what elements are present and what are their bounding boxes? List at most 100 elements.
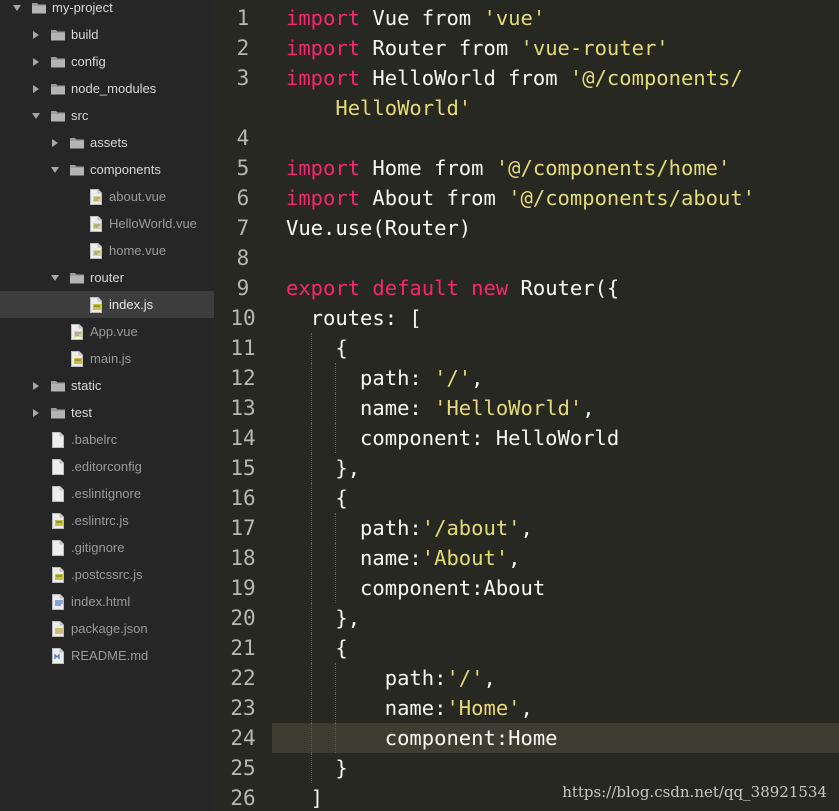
code-text: name:'Home', <box>286 696 533 720</box>
code-line[interactable]: 18 name:'About', <box>214 543 839 573</box>
code-token: name: <box>286 396 435 420</box>
tree-folder-config[interactable]: config <box>0 48 214 75</box>
line-number: 9 <box>236 276 250 300</box>
vue-file-icon <box>69 323 85 340</box>
chevron-right-icon[interactable] <box>31 381 41 391</box>
chevron-down-icon[interactable] <box>50 273 60 283</box>
code-line[interactable]: 7 Vue.use(Router) <box>214 213 839 243</box>
line-number: 12 <box>230 366 256 390</box>
code-line[interactable]: 25 } <box>214 753 839 783</box>
code-line[interactable]: 1 import Vue from 'vue' <box>214 3 839 33</box>
tree-folder-build[interactable]: build <box>0 21 214 48</box>
tree-file-package-json[interactable]: package.json <box>0 615 214 642</box>
tree-file-about-vue[interactable]: about.vue <box>0 183 214 210</box>
code-text: { <box>286 636 348 660</box>
code-line[interactable]: 13 name: 'HelloWorld', <box>214 393 839 423</box>
line-number: 11 <box>230 336 256 360</box>
chevron-right-icon[interactable] <box>31 84 41 94</box>
code-token: Vue <box>360 6 422 30</box>
code-line[interactable]: 19 component:About <box>214 573 839 603</box>
chevron-down-icon[interactable] <box>12 3 22 13</box>
tree-item-label: about.vue <box>109 189 167 204</box>
chevron-down-icon[interactable] <box>50 165 60 175</box>
code-line[interactable]: 22 path:'/', <box>214 663 839 693</box>
tree-folder-src[interactable]: src <box>0 102 214 129</box>
tree-folder-router[interactable]: router <box>0 264 214 291</box>
code-line[interactable]: 3 import HelloWorld from '@/components/ <box>214 63 839 93</box>
code-text: path: '/', <box>286 366 483 390</box>
code-line[interactable]: 17 path:'/about', <box>214 513 839 543</box>
tree-folder-static[interactable]: static <box>0 372 214 399</box>
tree-folder-my-project[interactable]: my-project <box>0 0 214 21</box>
code-line[interactable]: 20 }, <box>214 603 839 633</box>
code-text: }, <box>286 606 360 630</box>
tree-item-label: package.json <box>71 621 148 636</box>
tree-folder-components[interactable]: components <box>0 156 214 183</box>
code-token: Router <box>360 36 459 60</box>
line-number: 8 <box>236 246 250 270</box>
line-number: 19 <box>230 576 256 600</box>
code-line[interactable]: 2 import Router from 'vue-router' <box>214 33 839 63</box>
line-number: 14 <box>230 426 256 450</box>
code-line[interactable]: 16 { <box>214 483 839 513</box>
code-line[interactable]: 11 { <box>214 333 839 363</box>
tree-item-label: .babelrc <box>71 432 118 447</box>
tree-file-index-html[interactable]: index.html <box>0 588 214 615</box>
keyword-token: export <box>286 276 361 300</box>
tree-file-helloworld-vue[interactable]: HelloWorld.vue <box>0 210 214 237</box>
string-token: 'vue' <box>483 6 546 30</box>
tree-file-app-vue[interactable]: App.vue <box>0 318 214 345</box>
code-token: Home <box>360 156 435 180</box>
code-token: { <box>286 336 348 360</box>
tree-file-gitignore[interactable]: .gitignore <box>0 534 214 561</box>
tree-item-label: HelloWorld.vue <box>109 216 197 231</box>
folder-icon <box>69 270 85 286</box>
tree-folder-assets[interactable]: assets <box>0 129 214 156</box>
code-line[interactable]: 21 { <box>214 633 839 663</box>
code-token: , <box>483 666 496 690</box>
code-line[interactable]: 15 }, <box>214 453 839 483</box>
code-text: }, <box>286 456 360 480</box>
tree-file-eslintrc-js[interactable]: .eslintrc.js <box>0 507 214 534</box>
tree-item-label: config <box>71 54 106 69</box>
tree-file-main-js[interactable]: main.js <box>0 345 214 372</box>
tree-file-postcssrc-js[interactable]: .postcssrc.js <box>0 561 214 588</box>
chevron-right-icon[interactable] <box>31 30 41 40</box>
tree-file-eslintignore[interactable]: .eslintignore <box>0 480 214 507</box>
code-line[interactable]: 9 export default new Router({ <box>214 273 839 303</box>
blank-file-icon <box>50 485 66 502</box>
code-token: { <box>286 636 348 660</box>
code-line[interactable]: 14 component: HelloWorld <box>214 423 839 453</box>
chevron-right-icon[interactable] <box>50 138 60 148</box>
chevron-right-icon[interactable] <box>31 57 41 67</box>
tree-file-home-vue[interactable]: home.vue <box>0 237 214 264</box>
tree-folder-node-modules[interactable]: node_modules <box>0 75 214 102</box>
code-line[interactable]: 24 component:Home <box>214 723 839 753</box>
tree-file-readme-md[interactable]: README.md <box>0 642 214 669</box>
code-text: HelloWorld' <box>286 96 471 120</box>
code-line[interactable]: HelloWorld' <box>214 93 839 123</box>
code-line[interactable]: 10 routes: [ <box>214 303 839 333</box>
code-line[interactable]: 23 name:'Home', <box>214 693 839 723</box>
tree-item-label: router <box>90 270 124 285</box>
code-line[interactable]: 6 import About from '@/components/about' <box>214 183 839 213</box>
code-editor[interactable]: 26 ] 25 } 24 component:Home 23 name:'Home',… <box>214 0 839 811</box>
folder-icon <box>50 27 66 43</box>
tree-folder-test[interactable]: test <box>0 399 214 426</box>
tree-file-editorconfig[interactable]: .editorconfig <box>0 453 214 480</box>
code-text: export default new Router({ <box>286 276 619 300</box>
line-number: 5 <box>236 156 250 180</box>
chevron-right-icon[interactable] <box>31 408 41 418</box>
tree-file-index-js[interactable]: index.js <box>0 291 214 318</box>
code-line[interactable]: 5 import Home from '@/components/home' <box>214 153 839 183</box>
code-line[interactable]: 12 path: '/', <box>214 363 839 393</box>
code-line[interactable]: 4 <box>214 123 839 153</box>
file-tree-sidebar: my-project build config node_modules src asse… <box>0 0 214 811</box>
tree-item-label: components <box>90 162 161 177</box>
code-token: }, <box>286 606 361 630</box>
tree-item-label: assets <box>90 135 128 150</box>
tree-item-label: .gitignore <box>71 540 125 555</box>
tree-file-babelrc[interactable]: .babelrc <box>0 426 214 453</box>
code-line[interactable]: 8 <box>214 243 839 273</box>
chevron-down-icon[interactable] <box>31 111 41 121</box>
